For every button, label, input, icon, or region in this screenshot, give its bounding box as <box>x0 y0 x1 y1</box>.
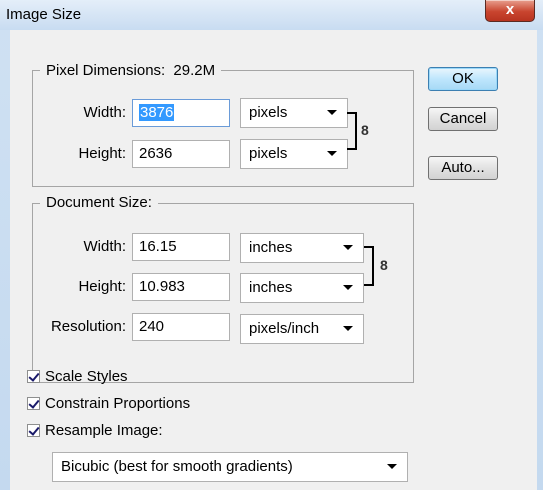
chain-link-icon[interactable]: 8 <box>380 258 388 272</box>
cancel-button[interactable]: Cancel <box>428 107 498 131</box>
pixel-dimensions-size: 29.2M <box>173 62 216 79</box>
doc-height-value: 10.983 <box>139 278 185 295</box>
doc-width-input[interactable]: 16.15 <box>132 233 230 261</box>
chevron-down-icon <box>343 245 353 250</box>
doc-width-unit: inches <box>249 239 293 256</box>
close-icon: x <box>505 1 515 18</box>
doc-width-unit-select[interactable]: inches <box>240 233 364 263</box>
doc-link-bracket <box>364 246 374 286</box>
pixel-width-value: 3876 <box>139 104 175 121</box>
auto-button[interactable]: Auto... <box>428 156 498 180</box>
pixel-height-unit: pixels <box>249 145 288 162</box>
image-size-dialog: Image Size x Pixel Dimensions: 29.2M Wid… <box>0 0 543 490</box>
chain-link-icon[interactable]: 8 <box>361 123 369 137</box>
resample-image-label[interactable]: Resample Image: <box>45 422 163 440</box>
resolution-unit: pixels/inch <box>249 320 320 337</box>
pixel-height-value: 2636 <box>139 145 173 162</box>
chevron-down-icon <box>343 285 353 290</box>
resample-method-value: Bicubic (best for smooth gradients) <box>61 458 293 475</box>
doc-height-input[interactable]: 10.983 <box>132 273 230 301</box>
chevron-down-icon <box>327 151 337 156</box>
document-size-legend: Document Size: <box>40 194 158 212</box>
resolution-value: 240 <box>139 318 165 335</box>
doc-height-label: Height: <box>78 278 126 295</box>
pixel-width-unit: pixels <box>249 104 288 121</box>
resample-method-select[interactable]: Bicubic (best for smooth gradients) <box>52 452 408 482</box>
pixel-width-input[interactable]: 3876 <box>132 99 230 127</box>
dialog-body: Pixel Dimensions: 29.2M Width: 3876 pixe… <box>10 30 537 490</box>
pixel-height-label: Height: <box>78 145 126 162</box>
chevron-down-icon <box>387 464 397 469</box>
doc-width-value: 16.15 <box>139 238 177 255</box>
pixel-width-label: Width: <box>83 104 126 121</box>
constrain-proportions-checkbox[interactable] <box>27 397 40 410</box>
pixel-height-unit-select[interactable]: pixels <box>240 139 348 169</box>
constrain-proportions-label[interactable]: Constrain Proportions <box>45 395 190 413</box>
resolution-unit-select[interactable]: pixels/inch <box>240 314 364 344</box>
scale-styles-label[interactable]: Scale Styles <box>45 368 128 386</box>
resolution-label: Resolution: <box>50 318 126 335</box>
pixel-dimensions-label: Pixel Dimensions: <box>46 62 166 79</box>
pixel-link-bracket <box>347 112 357 150</box>
doc-height-unit-select[interactable]: inches <box>240 273 364 303</box>
close-button[interactable]: x <box>485 0 535 22</box>
doc-height-unit: inches <box>249 279 293 296</box>
scale-styles-checkbox[interactable] <box>27 370 40 383</box>
doc-width-label: Width: <box>83 238 126 255</box>
ok-button[interactable]: OK <box>428 67 498 91</box>
pixel-width-unit-select[interactable]: pixels <box>240 98 348 128</box>
chevron-down-icon <box>327 110 337 115</box>
window-title: Image Size <box>6 6 82 23</box>
title-bar[interactable]: Image Size x <box>0 0 543 30</box>
pixel-height-input[interactable]: 2636 <box>132 140 230 168</box>
resolution-input[interactable]: 240 <box>132 313 230 341</box>
resample-image-checkbox[interactable] <box>27 424 40 437</box>
pixel-dimensions-legend: Pixel Dimensions: 29.2M <box>40 62 222 80</box>
chevron-down-icon <box>343 326 353 331</box>
